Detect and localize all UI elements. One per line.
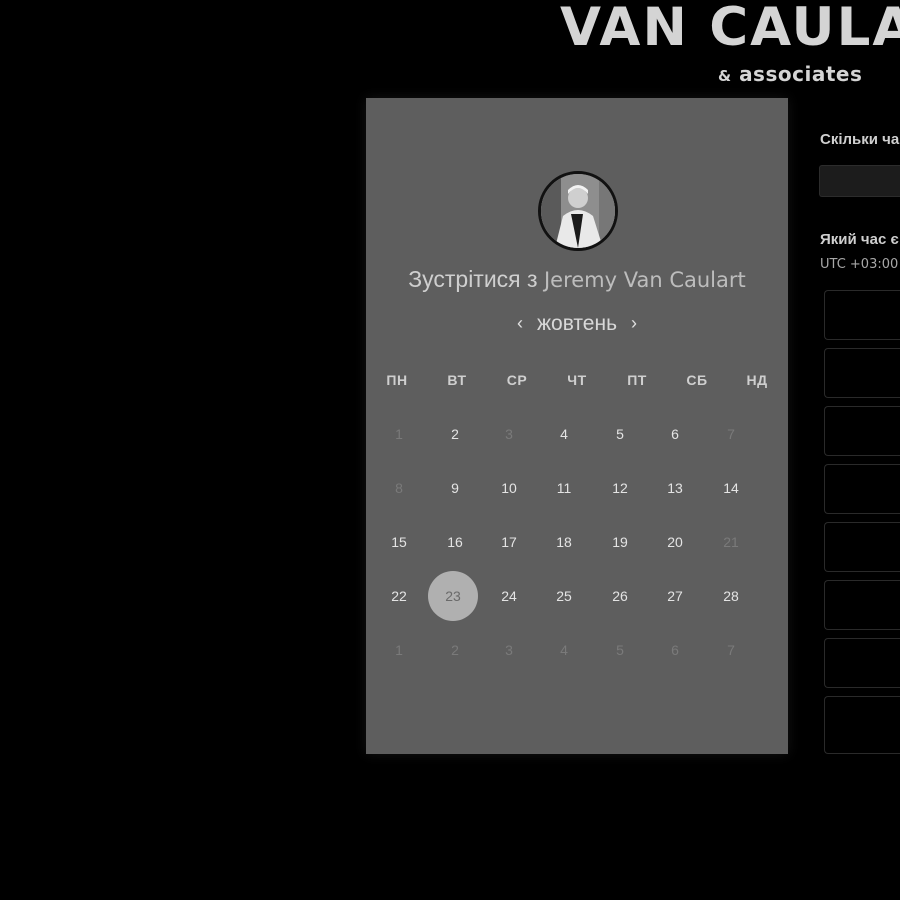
timezone-label: UTC +03:00	[820, 257, 899, 272]
calendar-day-disabled: 2	[451, 642, 459, 658]
calendar-day[interactable]: 12	[595, 463, 645, 513]
calendar-day[interactable]: 2	[430, 409, 480, 459]
calendar-day[interactable]: 18	[539, 517, 589, 567]
calendar-day[interactable]: 24	[484, 571, 534, 621]
calendar-day[interactable]: 6	[650, 409, 700, 459]
calendar-day[interactable]: 5	[595, 409, 645, 459]
weekday-label: ЧТ	[567, 372, 587, 388]
time-slot-button[interactable]	[824, 580, 900, 630]
calendar-day-disabled: 7	[727, 642, 735, 658]
calendar-day[interactable]: 25	[539, 571, 589, 621]
next-month-chevron-right-icon[interactable]: ›	[617, 313, 651, 334]
calendar-day[interactable]: 13	[650, 463, 700, 513]
calendar-day-selected[interactable]: 23	[428, 571, 478, 621]
time-slot-button[interactable]	[824, 696, 900, 754]
brand-logo: VAN CAULA	[560, 0, 900, 58]
calendar-day-disabled: 8	[395, 480, 403, 496]
calendar-day[interactable]: 4	[539, 409, 589, 459]
calendar-day[interactable]: 20	[650, 517, 700, 567]
calendar-day-disabled: 1	[395, 642, 403, 658]
avatar	[538, 171, 618, 251]
calendar-day-disabled: 6	[671, 642, 679, 658]
brand-sub-text: associates	[739, 62, 863, 86]
time-slot-button[interactable]	[824, 464, 900, 514]
calendar-day[interactable]: 26	[595, 571, 645, 621]
duration-label: Скільки ча	[820, 131, 900, 148]
host-name: Jeremy Van Caulart	[543, 268, 746, 292]
time-label: Який час є	[820, 231, 899, 248]
calendar-day[interactable]: 22	[374, 571, 424, 621]
calendar-day-disabled: 3	[505, 642, 513, 658]
calendar-day-disabled: 3	[505, 426, 513, 442]
month-label: жовтень	[536, 312, 618, 335]
time-slot-button[interactable]	[824, 290, 900, 340]
prev-month-chevron-left-icon[interactable]: ‹	[503, 313, 537, 334]
weekday-header: ПН ВТ СР ЧТ ПТ СБ НД	[366, 372, 788, 392]
calendar-day[interactable]: 28	[706, 571, 756, 621]
brand-subtitle: & associates	[718, 62, 862, 86]
avatar-photo-icon	[541, 174, 615, 248]
calendar-day[interactable]: 19	[595, 517, 645, 567]
time-slot-button[interactable]	[824, 406, 900, 456]
calendar-day[interactable]: 9	[430, 463, 480, 513]
calendar-day[interactable]: 15	[374, 517, 424, 567]
time-slot-button[interactable]	[824, 638, 900, 688]
weekday-label: ПН	[386, 372, 408, 388]
calendar-day[interactable]: 27	[650, 571, 700, 621]
calendar-day-disabled: 5	[616, 642, 624, 658]
weekday-label: СБ	[686, 372, 708, 388]
calendar-day[interactable]: 11	[539, 463, 589, 513]
calendar-day-disabled: 7	[727, 426, 735, 442]
weekday-label: ПТ	[627, 372, 647, 388]
weekday-label: НД	[746, 372, 768, 388]
calendar-day[interactable]: 14	[706, 463, 756, 513]
weekday-label: ВТ	[447, 372, 467, 388]
time-slot-button[interactable]	[824, 522, 900, 572]
calendar-day[interactable]: 16	[430, 517, 480, 567]
brand-amp: &	[718, 67, 732, 85]
calendar-day-disabled: 4	[560, 642, 568, 658]
time-slot-button[interactable]	[824, 348, 900, 398]
calendar-day-disabled: 1	[395, 426, 403, 442]
calendar-day[interactable]: 10	[484, 463, 534, 513]
booking-panel: Зустрітися з Jeremy Van Caulart ‹ жовтень…	[366, 98, 788, 754]
calendar-day[interactable]: 17	[484, 517, 534, 567]
month-navigation: ‹ жовтень ›	[366, 312, 788, 336]
calendar-day-disabled: 21	[723, 534, 739, 550]
meeting-prefix: Зустрітися з	[408, 266, 538, 292]
duration-select[interactable]	[819, 165, 900, 197]
meeting-title: Зустрітися з Jeremy Van Caulart	[366, 266, 788, 293]
weekday-label: СР	[506, 372, 528, 388]
